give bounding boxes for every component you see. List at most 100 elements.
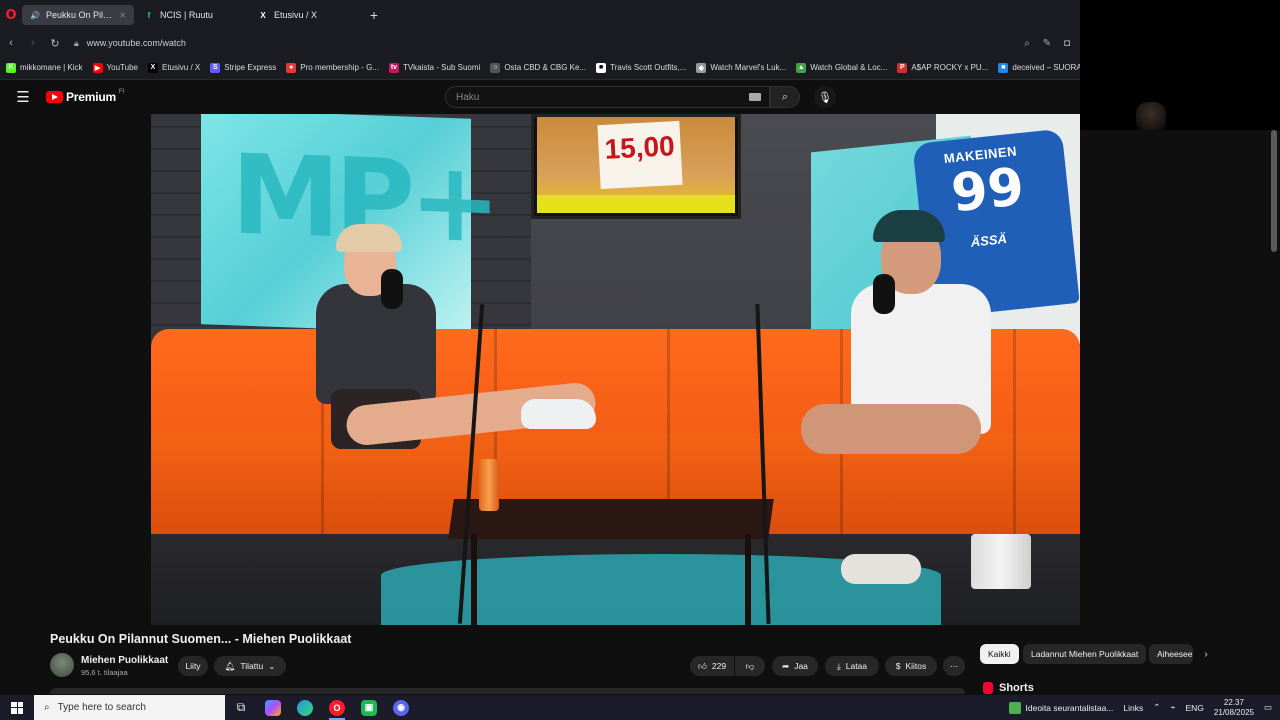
bookmark-item[interactable]: ○ Osta CBD & CBG Ke... xyxy=(490,62,587,73)
links-toolbar[interactable]: Links xyxy=(1123,703,1143,713)
bookmark-label: Watch Global & Loc... xyxy=(810,63,888,72)
forward-button[interactable]: › xyxy=(22,32,44,54)
video-tv: 15,00 xyxy=(531,114,741,219)
tab-title: Peukku On Pilannut S xyxy=(46,10,114,20)
start-button[interactable] xyxy=(0,695,34,720)
bookmark-item[interactable]: ● Pro membership - G... xyxy=(286,62,379,73)
bookmark-item[interactable]: ▶ YouTube xyxy=(92,62,138,73)
url-text: www.youtube.com/watch xyxy=(86,38,186,48)
bookmark-label: Osta CBD & CBG Ke... xyxy=(504,63,587,72)
video-person-left xyxy=(306,224,598,504)
download-icon: ⤓ xyxy=(836,660,841,671)
chip-all[interactable]: Kaikki xyxy=(980,644,1019,664)
language-indicator[interactable]: ENG xyxy=(1186,703,1204,713)
network-icon[interactable]: ⌁ xyxy=(1170,702,1175,713)
camera-icon[interactable]: ◘ xyxy=(1060,36,1074,50)
video-shoe xyxy=(521,399,596,429)
video-player[interactable]: MP+ 15,00 MAKEINEN 99 ÄSSÄ xyxy=(151,114,1080,625)
bookmark-item[interactable]: tv TVkaista - Sub Suomi xyxy=(388,62,480,73)
sidebar-area xyxy=(1120,130,1280,625)
opera-logo-icon[interactable]: O xyxy=(0,0,22,30)
bookmark-item[interactable]: Kmikkomane | Kick xyxy=(6,62,83,73)
bell-icon: 🔔︎ xyxy=(224,660,236,671)
subscriber-count: 95,6 t. tilaajaa xyxy=(81,668,128,677)
bookmark-item[interactable]: X Etusivu / X xyxy=(147,62,200,73)
bookmark-item[interactable]: ■deceived – SUORAT... xyxy=(998,62,1080,73)
edit-icon[interactable]: ✎ xyxy=(1040,36,1054,50)
menu-icon[interactable]: ☰ xyxy=(0,88,46,106)
youtube-header: ☰ Premium FI Haku ⌕ 🎙︎ xyxy=(0,80,1080,114)
edge-icon[interactable] xyxy=(289,695,321,720)
search-input[interactable]: Haku xyxy=(445,86,770,108)
bookmark-item[interactable]: P A$AP ROCKY x PU... xyxy=(897,62,988,73)
join-button[interactable]: Liity xyxy=(178,656,208,676)
chevron-right-icon[interactable]: › xyxy=(1198,644,1214,664)
description-box[interactable] xyxy=(50,688,965,694)
video-person-right xyxy=(791,204,1021,534)
bookmark-favicon-icon: tv xyxy=(388,62,399,73)
tab-x[interactable]: X Etusivu / X xyxy=(250,5,362,25)
share-icon: ➦ xyxy=(782,660,790,671)
more-actions-button[interactable]: ⋯ xyxy=(943,656,965,676)
clock[interactable]: 22.37 21/08/2025 xyxy=(1214,698,1254,718)
widgets-button[interactable]: Ideoita seurantalistaa... xyxy=(1008,701,1113,714)
youtube-logo[interactable]: Premium FI xyxy=(46,89,124,104)
new-tab-button[interactable]: + xyxy=(364,5,384,25)
discord-icon[interactable]: ◉ xyxy=(385,695,417,720)
close-icon[interactable]: ✕ xyxy=(119,11,126,20)
opera-icon[interactable]: O xyxy=(321,695,353,720)
tab-ruutu[interactable]: f NCIS | Ruutu xyxy=(136,5,248,25)
bookmark-label: YouTube xyxy=(106,63,138,72)
lock-icon: 🔒︎ xyxy=(74,37,79,48)
download-button[interactable]: ⤓ Lataa xyxy=(825,656,879,676)
taskbar-search-input[interactable]: ⌕ Type here to search xyxy=(34,695,225,720)
bookmark-favicon-icon: K xyxy=(6,62,16,73)
scrollbar[interactable] xyxy=(1271,130,1277,252)
video-can xyxy=(479,459,499,511)
system-tray: Ideoita seurantalistaa... Links ⌃ ⌁ ENG … xyxy=(1008,695,1280,720)
address-bar: ‹ › ↻ 🔒︎ www.youtube.com/watch ⌕ ✎ ◘ xyxy=(0,30,1080,56)
dislike-button[interactable]: 👎︎ xyxy=(735,656,765,676)
search-button[interactable]: ⌕ xyxy=(770,86,800,108)
subscribed-button[interactable]: 🔔︎ Tilattu ⌄ xyxy=(214,656,286,676)
back-button[interactable]: ‹ xyxy=(0,32,22,54)
chevron-down-icon: ⌄ xyxy=(268,660,276,671)
video-table-legs xyxy=(471,534,751,625)
bookmark-favicon-icon: ● xyxy=(286,62,297,73)
chip-label: Kaikki xyxy=(988,649,1011,659)
url-field[interactable]: 🔒︎ www.youtube.com/watch xyxy=(74,38,1020,49)
reload-button[interactable]: ↻ xyxy=(44,32,66,54)
chip-related[interactable]: Aiheeseen xyxy=(1149,644,1193,664)
bookmark-item[interactable]: ◆ Watch Marvel's Luk... xyxy=(696,62,787,73)
tab-title: Etusivu / X xyxy=(274,10,318,20)
chevron-up-icon[interactable]: ⌃ xyxy=(1153,702,1160,713)
task-view-icon[interactable]: ⧉ xyxy=(225,695,257,720)
thanks-button[interactable]: $ Kiitos xyxy=(885,656,937,676)
tab-youtube[interactable]: 🔊 Peukku On Pilannut S ✕ xyxy=(22,5,134,25)
chip-uploaded-by[interactable]: Ladannut Miehen Puolikkaat xyxy=(1023,644,1147,664)
keyboard-icon[interactable] xyxy=(749,93,761,101)
bookmark-label: deceived – SUORAT... xyxy=(1012,63,1080,72)
shorts-header: Shorts xyxy=(983,682,1034,694)
bookmark-favicon-icon: ■ xyxy=(998,62,1009,73)
like-button[interactable]: 👍︎ 229 xyxy=(690,656,734,676)
video-microphone-right xyxy=(873,274,895,314)
notification-icon[interactable]: ▭ xyxy=(1264,702,1272,713)
thumbs-up-icon: 👍︎ xyxy=(697,660,707,671)
channel-avatar[interactable] xyxy=(50,653,74,677)
spotify-like-icon[interactable]: ▣ xyxy=(353,695,385,720)
chip-label: Ladannut Miehen Puolikkaat xyxy=(1031,649,1139,659)
bookmark-item[interactable]: ■ Travis Scott Outfits,... xyxy=(596,62,686,73)
taskbar-search-placeholder: Type here to search xyxy=(57,702,146,713)
windows-icon xyxy=(11,701,23,714)
channel-name[interactable]: Miehen Puolikkaat xyxy=(81,655,168,666)
copilot-icon[interactable] xyxy=(257,695,289,720)
search-icon[interactable]: ⌕ xyxy=(1020,36,1034,50)
bookmark-label: Watch Marvel's Luk... xyxy=(710,63,787,72)
bookmark-item[interactable]: ▲ Watch Global & Loc... xyxy=(796,62,888,73)
tab-title: NCIS | Ruutu xyxy=(160,10,213,20)
bookmark-item[interactable]: S Stripe Express xyxy=(210,62,276,73)
microphone-icon[interactable]: 🎙︎ xyxy=(814,86,836,108)
join-label: Liity xyxy=(185,661,201,671)
share-button[interactable]: ➦ Jaa xyxy=(772,656,818,676)
